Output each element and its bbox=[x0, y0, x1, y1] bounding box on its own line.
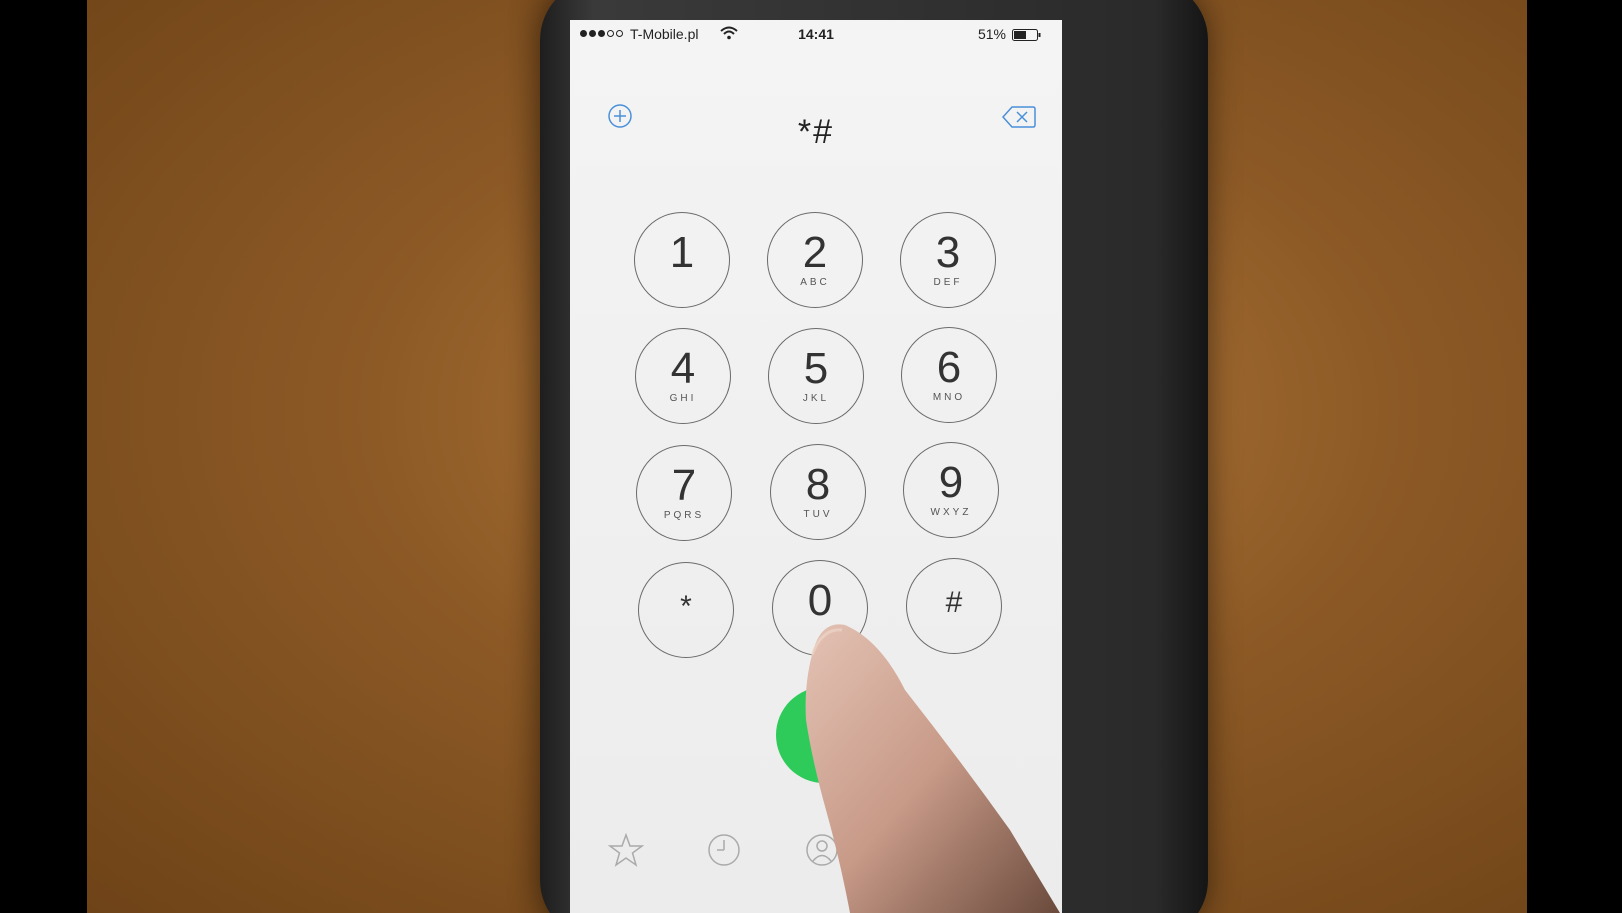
keypad-key-6[interactable]: 6 MNO bbox=[901, 327, 997, 423]
star-icon bbox=[608, 832, 644, 867]
keypad-key-hash[interactable]: # bbox=[906, 558, 1002, 654]
key-letters: GHI bbox=[669, 393, 697, 404]
key-letters: DEF bbox=[933, 277, 963, 288]
key-digit: 7 bbox=[671, 461, 697, 510]
keypad-key-5[interactable]: 5 JKL bbox=[768, 328, 864, 424]
key-digit: 4 bbox=[670, 344, 696, 393]
keypad-key-2[interactable]: 2 ABC bbox=[767, 212, 863, 308]
key-digit: # bbox=[945, 586, 963, 619]
keypad-key-0[interactable]: 0 bbox=[772, 560, 868, 656]
keypad-key-9[interactable]: 9 WXYZ bbox=[903, 442, 999, 538]
key-digit: 5 bbox=[803, 344, 829, 393]
phone-screen: T-Mobile.pl 14:41 51% *# 1 2 ABC 3 DEF 4… bbox=[570, 20, 1062, 913]
delete-backspace-icon[interactable] bbox=[1002, 105, 1036, 129]
key-letters: WXYZ bbox=[930, 507, 972, 518]
keypad-key-8[interactable]: 8 TUV bbox=[770, 444, 866, 540]
key-digit: 8 bbox=[805, 460, 831, 509]
key-digit: 2 bbox=[802, 228, 828, 277]
contacts-icon bbox=[806, 834, 838, 866]
key-letters: JKL bbox=[802, 393, 830, 404]
key-digit: 6 bbox=[936, 343, 962, 392]
tab-favorites[interactable] bbox=[596, 832, 656, 874]
key-letters: ABC bbox=[800, 277, 830, 288]
keypad-key-1[interactable]: 1 bbox=[634, 212, 730, 308]
keypad-key-star[interactable]: * bbox=[638, 562, 734, 658]
status-bar: T-Mobile.pl 14:41 51% bbox=[570, 20, 1062, 50]
keypad-key-4[interactable]: 4 GHI bbox=[635, 328, 731, 424]
clock-icon bbox=[708, 834, 740, 866]
key-letters: TUV bbox=[803, 509, 833, 520]
keypad-key-3[interactable]: 3 DEF bbox=[900, 212, 996, 308]
tab-recents[interactable] bbox=[694, 832, 754, 874]
battery-percentage: 51% bbox=[977, 26, 1006, 42]
dialed-number-display: *# bbox=[797, 113, 835, 151]
tab-contacts[interactable] bbox=[792, 832, 852, 874]
keypad-key-7[interactable]: 7 PQRS bbox=[636, 445, 732, 541]
battery-icon bbox=[1012, 29, 1041, 41]
key-letters: MNO bbox=[932, 392, 966, 403]
key-digit: 1 bbox=[669, 228, 695, 277]
key-digit: 3 bbox=[935, 228, 961, 277]
call-button[interactable] bbox=[776, 687, 872, 783]
key-letters: PQRS bbox=[663, 510, 705, 521]
key-digit: 9 bbox=[938, 458, 964, 507]
key-digit: * bbox=[680, 590, 692, 623]
key-digit: 0 bbox=[807, 576, 833, 625]
tab-bar bbox=[570, 820, 1062, 913]
